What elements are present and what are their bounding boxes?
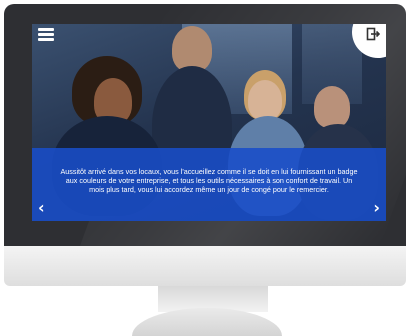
person-head [314,86,350,128]
slideshow-screen: Aussitôt arrivé dans vos locaux, vous l'… [32,24,386,221]
exit-icon[interactable] [366,27,381,41]
monitor-stand-base [132,308,282,336]
person-face [248,80,282,120]
hamburger-menu-icon[interactable] [38,28,54,42]
slide-caption: Aussitôt arrivé dans vos locaux, vous l'… [60,167,358,195]
chevron-right-icon[interactable]: › [373,200,380,216]
monitor: Aussitôt arrivé dans vos locaux, vous l'… [0,0,409,336]
chevron-left-icon[interactable]: ‹ [38,200,45,216]
monitor-chin [4,246,406,286]
